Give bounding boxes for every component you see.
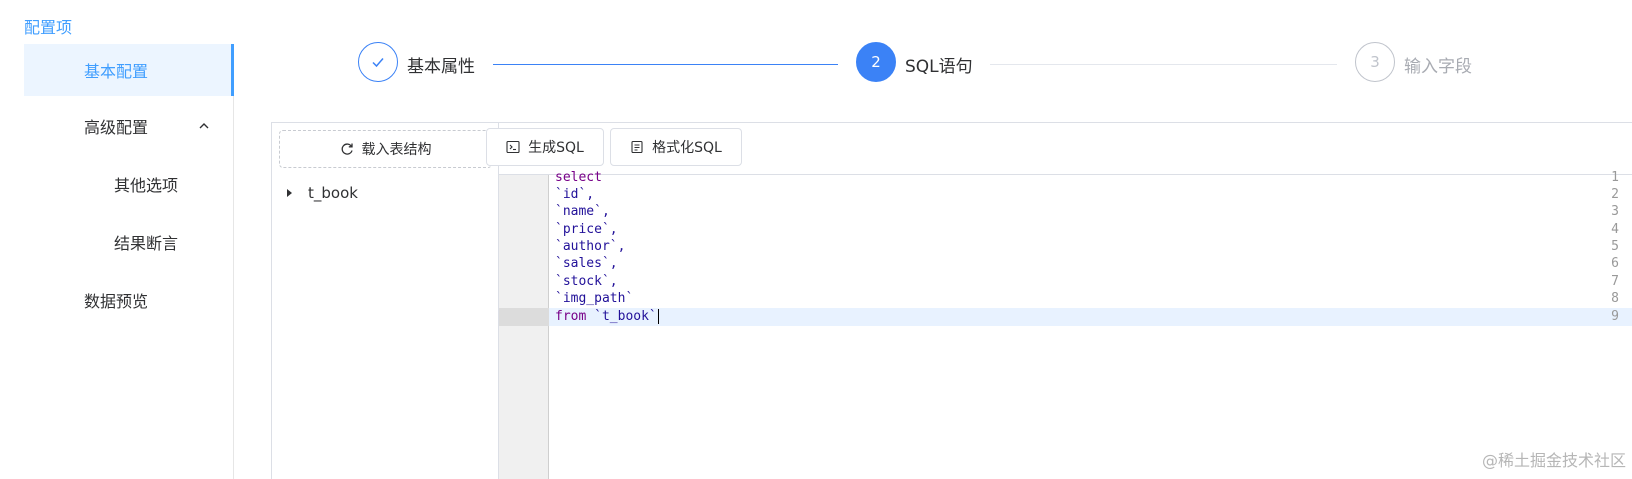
step-3-label: 输入字段 bbox=[1404, 57, 1472, 77]
format-sql-label: 格式化SQL bbox=[652, 140, 722, 156]
sidebar-item-label: 高级配置 bbox=[84, 118, 149, 137]
step-connector-pending bbox=[990, 64, 1337, 65]
terminal-icon bbox=[506, 140, 520, 154]
sidebar-item-label: 其他选项 bbox=[114, 176, 179, 195]
load-table-structure-label: 载入表结构 bbox=[361, 142, 432, 158]
step-3-number: 3 bbox=[1355, 42, 1395, 82]
watermark: @稀土掘金技术社区 bbox=[1481, 451, 1626, 470]
line-number: 3 bbox=[1611, 204, 1619, 219]
step-1-check-icon bbox=[358, 42, 398, 82]
sidebar-item-data-preview[interactable]: 数据预览 bbox=[24, 274, 234, 326]
line-number: 5 bbox=[1611, 239, 1619, 254]
sidebar-item-label: 数据预览 bbox=[84, 292, 149, 311]
generate-sql-label: 生成SQL bbox=[528, 140, 584, 156]
sql-code-editor[interactable]: 1 2 3 4 5 6 7 8 9 select `id`, `name`, `… bbox=[499, 170, 1632, 479]
sidebar-item-label: 基本配置 bbox=[84, 62, 149, 81]
sidebar-item-advanced-config[interactable]: 高级配置 bbox=[24, 100, 234, 152]
sidebar-item-label: 结果断言 bbox=[114, 234, 179, 253]
document-icon bbox=[631, 140, 643, 154]
sidebar-item-other-options[interactable]: 其他选项 bbox=[24, 158, 234, 210]
step-connector-done bbox=[493, 64, 838, 65]
code-line: select bbox=[555, 170, 602, 185]
code-line: from `t_book` bbox=[555, 309, 659, 324]
code-line: `stock`, bbox=[555, 274, 618, 289]
table-tree-pane: 载入表结构 t_book bbox=[272, 123, 499, 479]
tree-node-t-book[interactable]: t_book bbox=[284, 181, 358, 205]
sidebar-title: 配置项 bbox=[24, 18, 73, 37]
line-number: 7 bbox=[1611, 274, 1619, 289]
code-line: `img_path` bbox=[555, 291, 634, 306]
code-line: `name`, bbox=[555, 204, 610, 219]
step-2-label: SQL语句 bbox=[905, 57, 973, 77]
text-cursor bbox=[657, 309, 659, 324]
format-sql-button[interactable]: 格式化SQL bbox=[610, 128, 742, 166]
sidebar-item-basic-config[interactable]: 基本配置 bbox=[24, 44, 234, 96]
sql-panel: 载入表结构 t_book 生成SQL 格式化SQL 1 2 3 4 5 6 7 … bbox=[271, 122, 1632, 479]
refresh-icon bbox=[341, 143, 353, 155]
step-2-number: 2 bbox=[856, 42, 896, 82]
generate-sql-button[interactable]: 生成SQL bbox=[486, 128, 604, 166]
tree-node-label: t_book bbox=[308, 184, 358, 202]
line-number: 1 bbox=[1611, 170, 1619, 185]
active-line-gutter bbox=[499, 308, 549, 326]
active-line-highlight bbox=[549, 308, 1632, 326]
code-line: `id`, bbox=[555, 187, 595, 202]
code-line: `price`, bbox=[555, 222, 618, 237]
chevron-up-icon bbox=[199, 123, 209, 129]
load-table-structure-button[interactable]: 载入表结构 bbox=[279, 130, 492, 168]
line-number: 8 bbox=[1611, 291, 1619, 306]
line-number: 4 bbox=[1611, 222, 1619, 237]
line-number: 6 bbox=[1611, 256, 1619, 271]
line-number-gutter bbox=[499, 175, 549, 479]
sidebar-menu: 基本配置 高级配置 其他选项 结果断言 数据预览 bbox=[24, 44, 234, 479]
code-line: `sales`, bbox=[555, 256, 618, 271]
code-line: `author`, bbox=[555, 239, 626, 254]
sidebar-item-result-assertion[interactable]: 结果断言 bbox=[24, 216, 234, 268]
line-number: 9 bbox=[1611, 309, 1619, 324]
step-1-label: 基本属性 bbox=[407, 57, 475, 77]
caret-right-icon[interactable] bbox=[287, 189, 292, 197]
line-number: 2 bbox=[1611, 187, 1619, 202]
